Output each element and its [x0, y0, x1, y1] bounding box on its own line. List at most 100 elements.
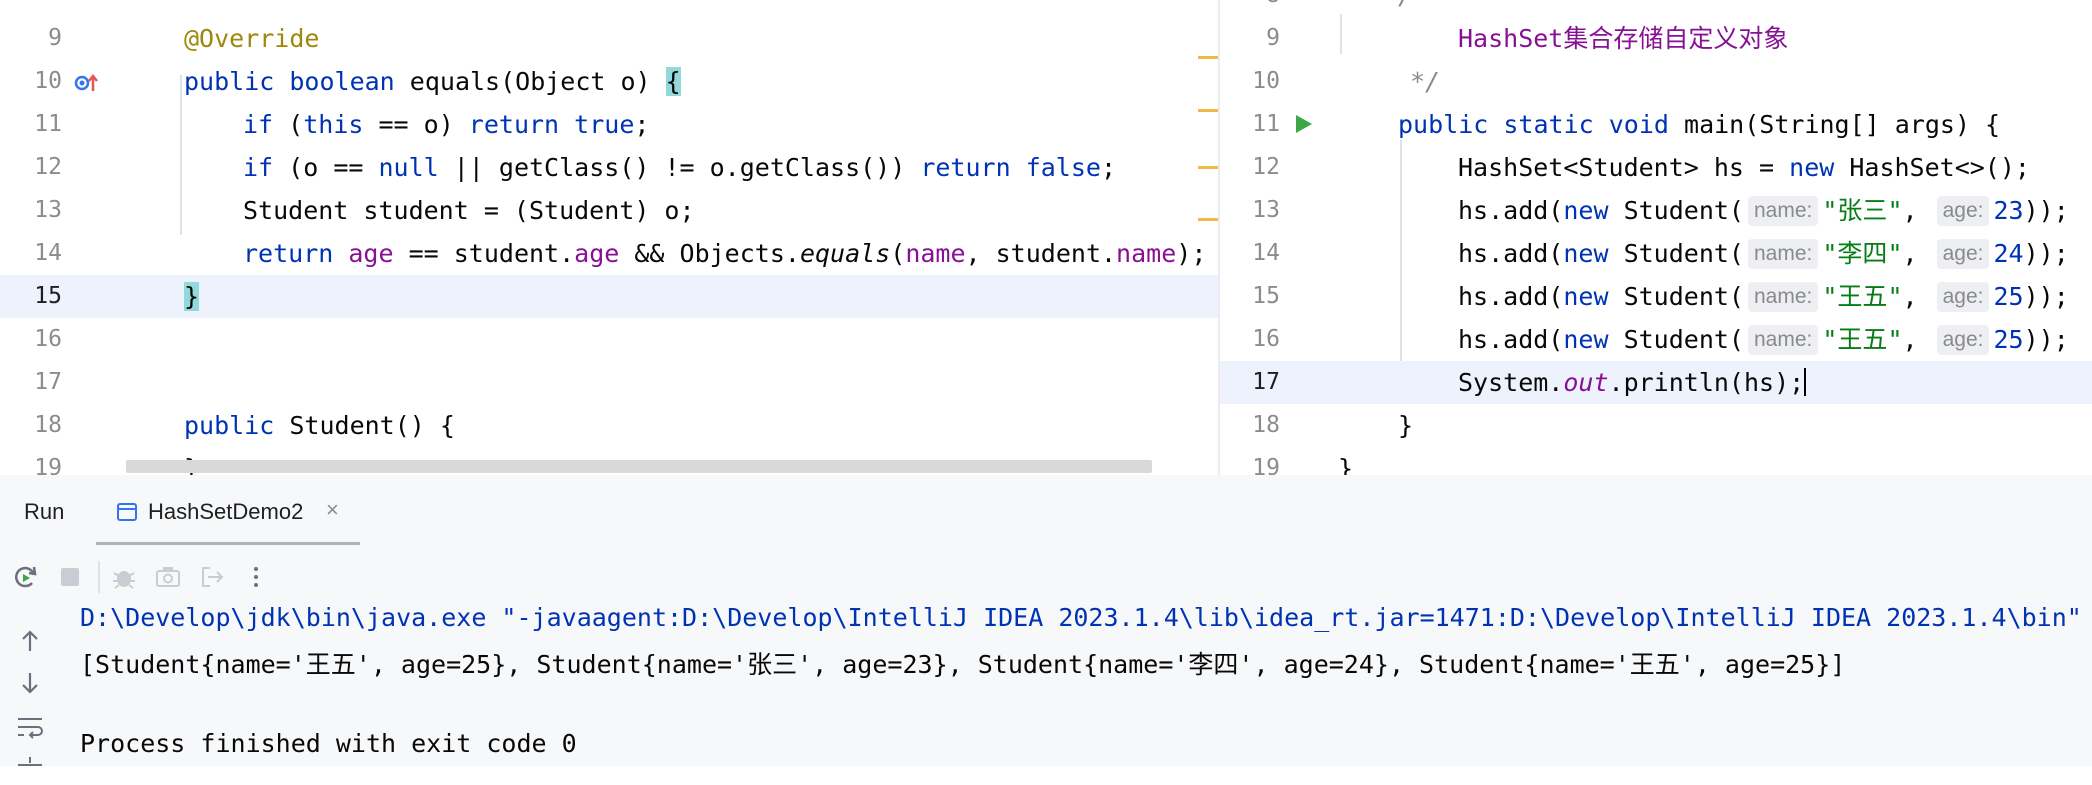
parameter-hint: age: — [1936, 239, 1990, 269]
code-token: )); — [2023, 325, 2069, 354]
code-line[interactable]: 18 public Student() { — [0, 404, 1218, 447]
code-text: */ — [1410, 60, 1440, 103]
code-line[interactable]: 13 Student student = (Student) o; — [0, 189, 1218, 232]
code-token: */ — [1410, 67, 1441, 96]
code-token: } — [1338, 454, 1354, 475]
code-line[interactable]: 18} — [1220, 404, 2092, 447]
exit-icon[interactable] — [198, 563, 226, 591]
code-line[interactable]: 13 hs.add(new Student(name: "张三", age: 23))… — [1220, 189, 2092, 232]
code-token: )); — [2023, 239, 2069, 268]
line-number: 10 — [34, 68, 62, 94]
screenshot-icon[interactable] — [154, 563, 182, 591]
code-text: } — [1398, 404, 1413, 447]
code-token: ( — [890, 239, 906, 268]
code-token: hs.add( — [1458, 196, 1564, 225]
code-line[interactable]: 12 HashSet<Student> hs = new HashSet<>(); — [1220, 146, 2092, 189]
code-line[interactable]: 19} — [1220, 447, 2092, 475]
override-implement-icon[interactable] — [74, 72, 100, 94]
code-token: ; — [1100, 153, 1117, 182]
stop-icon[interactable] — [56, 563, 84, 591]
code-token: )); — [2023, 196, 2069, 225]
line-number: 12 — [34, 154, 62, 180]
code-token: static — [1503, 110, 1594, 139]
code-token: hs.add( — [1458, 282, 1564, 311]
matched-brace: { — [665, 67, 681, 96]
line-number: 15 — [1252, 283, 1280, 309]
run-header: Run HashSetDemo2 × — [0, 475, 2092, 545]
line-number: 17 — [34, 369, 62, 395]
code-line[interactable]: 15} — [0, 275, 1218, 318]
scroll-up-icon[interactable] — [14, 625, 46, 657]
code-token: new — [1563, 196, 1609, 225]
string-literal: 王五 — [1837, 325, 1888, 354]
line-number: 18 — [1252, 412, 1280, 438]
code-text: public boolean equals(Object o) { — [184, 60, 681, 103]
code-text: Student student = (Student) o; — [243, 189, 695, 232]
code-token: == student. — [393, 239, 575, 268]
code-token: Student( — [1608, 239, 1744, 268]
code-token: new — [1563, 282, 1609, 311]
code-line[interactable]: 14 hs.add(new Student(name: "李四", age: 24))… — [1220, 232, 2092, 275]
code-line[interactable]: 9 @Override — [0, 17, 1218, 60]
code-text: if (o == null || getClass() != o.getClas… — [243, 146, 1116, 189]
line-number: 13 — [34, 197, 62, 223]
code-line[interactable]: 14 return age == student.age && Objects.e… — [0, 232, 1218, 275]
matched-brace: } — [184, 282, 200, 311]
code-token: @Override — [184, 24, 320, 53]
code-line[interactable]: 8 /* — [1220, 0, 2092, 17]
code-text: hs.add(new Student(name: "王五", age: 25)); — [1458, 275, 2069, 318]
run-main-icon[interactable] — [1292, 113, 1314, 135]
editor-right[interactable]: 8 /* 9 HashSet集合存储自定义对象 10 */ 11 public static … — [1220, 0, 2092, 475]
code-token: Student( — [1608, 325, 1744, 354]
code-token: age — [348, 239, 394, 268]
code-token: " — [1887, 325, 1903, 354]
code-token: HashSet<>(); — [1834, 153, 2030, 182]
debug-icon[interactable] — [110, 563, 138, 591]
code-text: hs.add(new Student(name: "王五", age: 25)); — [1458, 318, 2069, 361]
code-token: (o == — [273, 153, 379, 182]
code-line[interactable]: 10 public boolean equals(Object o) { — [0, 60, 1218, 103]
java-class-icon — [117, 503, 137, 521]
code-line[interactable]: 16 — [0, 318, 1218, 361]
code-line[interactable]: 15 hs.add(new Student(name: "王五", age: 25))… — [1220, 275, 2092, 318]
code-token: equals — [799, 239, 891, 268]
code-line[interactable]: 17 — [0, 361, 1218, 404]
code-token: main(String[] args) { — [1668, 110, 2001, 139]
line-number: 16 — [34, 326, 62, 352]
code-token: 25 — [1993, 282, 2024, 311]
code-line[interactable]: 12 if (o == null || getClass() != o.getCl… — [0, 146, 1218, 189]
scroll-down-icon[interactable] — [14, 667, 46, 699]
code-token: return — [920, 153, 1011, 182]
scroll-to-end-icon[interactable] — [14, 753, 46, 785]
code-token: 24 — [1993, 239, 2024, 268]
line-number: 16 — [1252, 326, 1280, 352]
code-token: .println(hs); — [1608, 368, 1805, 397]
comment-text: 集合存储自定义对象 — [1563, 24, 1789, 53]
code-line[interactable]: 17 System.out.println(hs); — [1220, 361, 2092, 404]
tab-label: HashSetDemo2 — [148, 499, 304, 524]
code-line[interactable]: 10 */ — [1220, 60, 2092, 103]
code-token: " — [1887, 196, 1903, 225]
horizontal-scrollbar[interactable] — [126, 460, 1152, 473]
rerun-icon[interactable] — [12, 563, 40, 591]
code-line[interactable]: 11 public static void main(String[] args)… — [1220, 103, 2092, 146]
code-token: true — [574, 110, 635, 139]
code-text: hs.add(new Student(name: "张三", age: 23)); — [1458, 189, 2069, 232]
line-number: 12 — [1252, 154, 1280, 180]
line-number: 14 — [1252, 240, 1280, 266]
code-token: equals(Object o) — [394, 67, 666, 96]
code-token: name — [1116, 239, 1177, 268]
code-line[interactable]: 11 if (this == o) return true; — [0, 103, 1218, 146]
run-panel-title[interactable]: Run — [24, 499, 64, 525]
code-line[interactable]: 16 hs.add(new Student(name: "王五", age: 25))… — [1220, 318, 2092, 361]
more-icon[interactable] — [242, 563, 270, 591]
code-token: " — [1822, 239, 1838, 268]
line-number: 13 — [1252, 197, 1280, 223]
code-token: HashSet<Student> hs = — [1458, 153, 1790, 182]
code-text: public Student() { — [184, 404, 455, 447]
code-line[interactable]: 9 HashSet集合存储自定义对象 — [1220, 17, 2092, 60]
close-icon[interactable]: × — [326, 497, 339, 523]
editor-left[interactable]: 9 @Override 10 public boolean equals(Object… — [0, 0, 1218, 475]
soft-wrap-icon[interactable] — [14, 711, 46, 743]
